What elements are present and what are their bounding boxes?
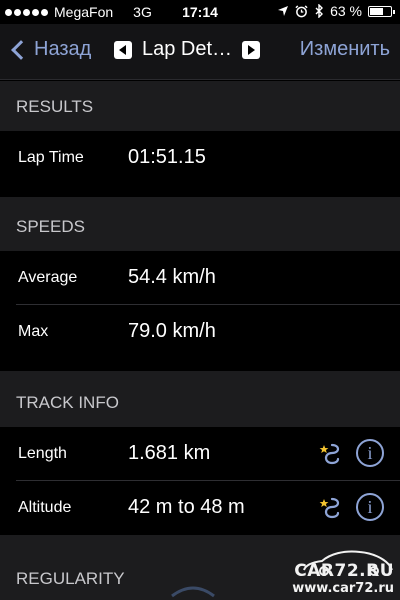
row-max-speed: Max 79.0 km/h: [0, 305, 400, 359]
row-lap-time: Lap Time 01:51.15: [0, 131, 400, 185]
row-value: 01:51.15: [128, 146, 206, 168]
row-label: Max: [18, 323, 49, 340]
edit-button[interactable]: Изменить: [300, 38, 390, 61]
back-button-label: Назад: [34, 38, 92, 60]
watermark-url: www.car72.ru: [292, 581, 394, 596]
alarm-clock-icon: [295, 4, 308, 17]
row-value: 54.4 km/h: [128, 266, 216, 288]
route-star-icon[interactable]: [318, 493, 344, 521]
next-lap-button[interactable]: [242, 40, 261, 59]
row-altitude: Altitude 42 m to 48 m i: [0, 481, 400, 535]
row-value: 1.681 km: [128, 442, 211, 464]
section-header-track-info: TRACK INFO: [0, 371, 400, 427]
row-label: Altitude: [18, 499, 72, 516]
row-label: Lap Time: [18, 149, 84, 166]
nav-title-group: Lap Det…: [114, 38, 261, 61]
chevron-left-icon: [11, 39, 31, 60]
route-star-icon[interactable]: [318, 439, 344, 467]
section-header-speeds: SPEEDS: [0, 197, 400, 251]
watermark: CAR72.RU www.car72.ru: [292, 561, 394, 596]
info-icon[interactable]: i: [356, 493, 384, 521]
info-icon[interactable]: i: [356, 439, 384, 467]
page-title: Lap Det…: [142, 38, 233, 60]
bluetooth-icon: [315, 4, 324, 18]
row-value: 42 m to 48 m: [128, 496, 245, 518]
battery-icon: [368, 5, 395, 17]
row-length: Length 1.681 km i: [0, 427, 400, 481]
previous-lap-button[interactable]: [114, 40, 132, 59]
row-label: Length: [18, 445, 67, 462]
back-button[interactable]: Назад: [8, 38, 91, 61]
row-value: 79.0 km/h: [128, 320, 216, 342]
status-bar: MegaFon 3G 17:14 63 %: [0, 0, 400, 24]
navigation-bar: Назад Lap Det… Изменить: [0, 24, 400, 80]
section-header-results: RESULTS: [0, 81, 400, 131]
chevron-up-icon[interactable]: [168, 578, 218, 600]
row-average-speed: Average 54.4 km/h: [0, 251, 400, 305]
status-right: 63 %: [277, 3, 395, 19]
location-arrow-icon: [278, 6, 289, 16]
row-label: Average: [18, 269, 78, 286]
watermark-logo: CAR72.RU: [294, 561, 394, 581]
battery-percent: 63 %: [330, 3, 362, 19]
